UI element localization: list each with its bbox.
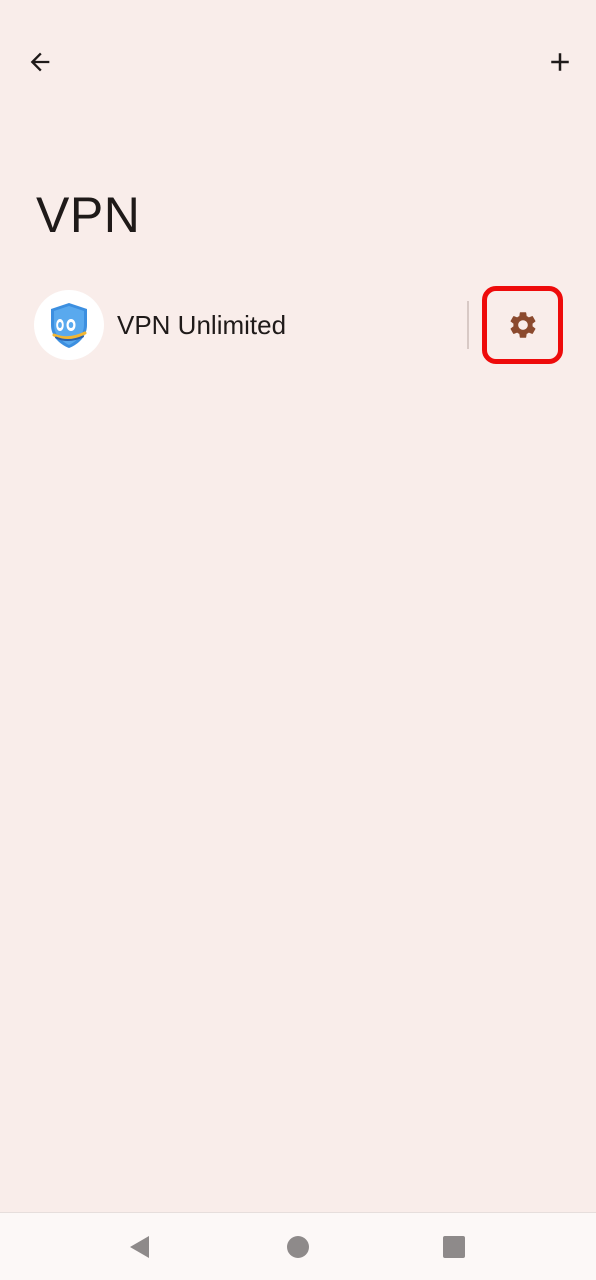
plus-icon [551,53,569,71]
triangle-back-icon [130,1236,149,1258]
vpn-item-label: VPN Unlimited [117,310,287,340]
nav-recents-button[interactable] [430,1223,478,1271]
vpn-list-item: VPN Unlimited [0,286,596,364]
page-title: VPN [36,187,141,243]
arrow-left-icon [30,52,50,72]
nav-home-button[interactable] [274,1223,322,1271]
back-button[interactable] [12,34,68,90]
system-navigation-bar [0,1212,596,1280]
vpn-unlimited-shield-icon [51,303,87,348]
nav-back-button[interactable] [116,1223,164,1271]
square-recents-icon [443,1236,465,1258]
circle-home-icon [287,1236,309,1258]
vpn-unlimited-app-icon [34,290,104,360]
vertical-divider [467,301,469,349]
gear-icon [510,312,535,338]
add-vpn-button[interactable] [532,34,588,90]
vpn-settings-screen: VPN VPN Unlimited [0,0,596,1212]
vpn-item-main[interactable]: VPN Unlimited [0,286,450,364]
vpn-settings-button[interactable] [482,286,563,364]
